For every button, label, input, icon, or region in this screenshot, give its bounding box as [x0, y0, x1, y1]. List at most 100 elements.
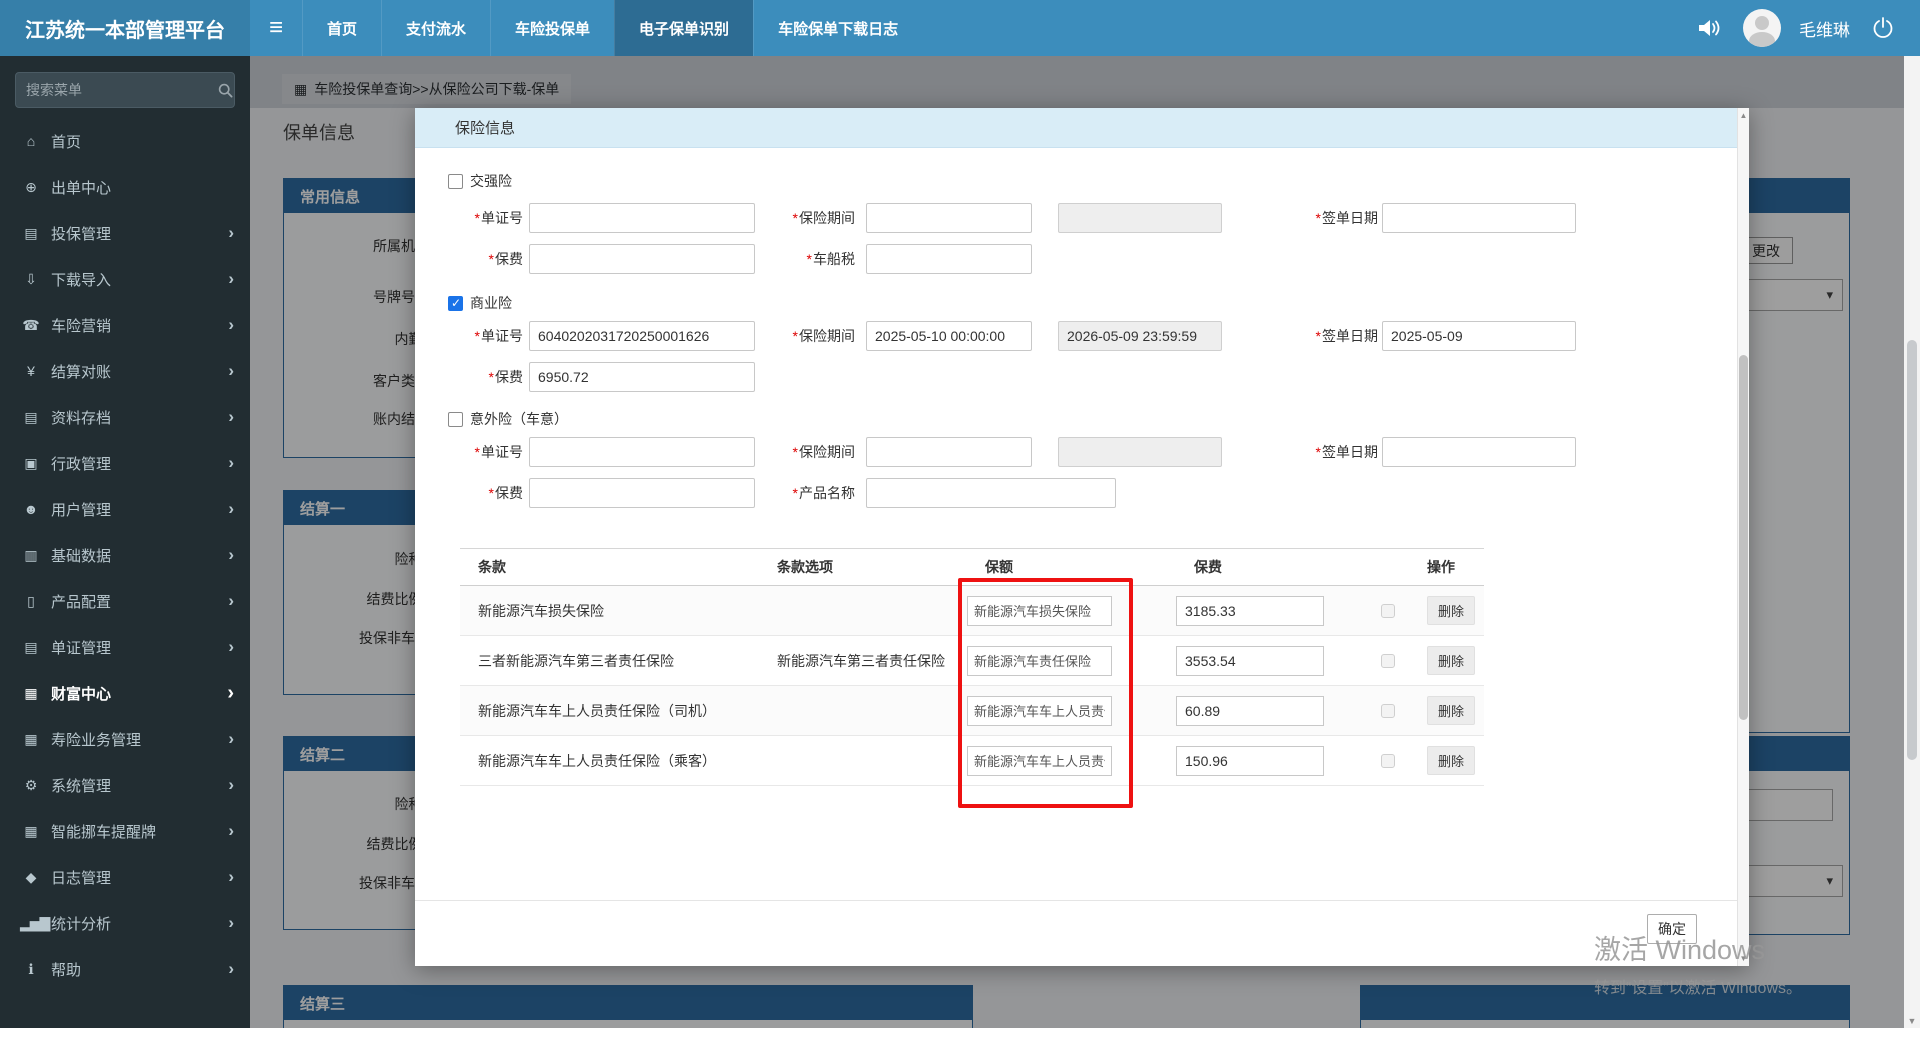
premium-input[interactable]: [1176, 645, 1324, 676]
sidebar-item-home[interactable]: ⌂ 首页: [0, 118, 250, 164]
scroll-down-icon[interactable]: ▼: [1738, 954, 1749, 963]
sign-date-label: 签单日期: [1222, 437, 1378, 467]
sidebar-item-system-mgmt[interactable]: ⚙ 系统管理 ›: [0, 762, 250, 808]
sidebar-item-wealth-center[interactable]: ▦ 财富中心 ›: [0, 670, 250, 716]
briefcase-icon: ▣: [24, 454, 38, 471]
modal-scrollbar[interactable]: ▲ ▼: [1737, 108, 1749, 966]
bottom-scroll-strip: [0, 1028, 1920, 1042]
sidebar-item-application-mgmt[interactable]: ▤ 投保管理 ›: [0, 210, 250, 256]
scroll-up-icon[interactable]: ▲: [1738, 111, 1749, 120]
confirm-button[interactable]: 确定: [1647, 914, 1697, 944]
delete-button[interactable]: 删除: [1427, 696, 1475, 725]
search-icon[interactable]: [217, 83, 234, 98]
scroll-down-icon[interactable]: ▼: [1904, 1016, 1920, 1026]
chevron-right-icon: ›: [228, 315, 234, 334]
sidebar-item-auto-marketing[interactable]: ☎ 车险营销 ›: [0, 302, 250, 348]
syx-sign-date-input[interactable]: [1382, 321, 1576, 351]
chevron-right-icon: ›: [228, 407, 234, 426]
user-avatar[interactable]: [1743, 9, 1781, 47]
sidebar-item-product-config[interactable]: ▯ 产品配置 ›: [0, 578, 250, 624]
chevron-right-icon: ›: [228, 545, 234, 564]
accident-insurance-section: 意外险（车意）: [448, 410, 568, 428]
sidebar-item-statistics[interactable]: ▂▅▇ 统计分析 ›: [0, 900, 250, 946]
premium-input[interactable]: [1176, 745, 1324, 776]
col-clause-option: 条款选项: [777, 559, 833, 575]
syx-period-end-input[interactable]: [1058, 321, 1222, 351]
table-row: 新能源汽车车上人员责任保险（司机） 删除: [460, 686, 1484, 736]
sidebar-item-smart-move-car-sign[interactable]: ▦ 智能挪车提醒牌 ›: [0, 808, 250, 854]
username[interactable]: 毛维琳: [1799, 16, 1850, 41]
commercial-insurance-section: 商业险: [448, 294, 512, 312]
tab-policy-download-log[interactable]: 车险保单下载日志: [753, 0, 922, 56]
sidebar-item-help[interactable]: ℹ 帮助 ›: [0, 946, 250, 992]
tag-icon: ◆: [25, 868, 37, 885]
sidebar-item-archive[interactable]: ▤ 资料存档 ›: [0, 394, 250, 440]
chevron-right-icon: ›: [227, 681, 234, 704]
commercial-insurance-checkbox[interactable]: [448, 295, 463, 311]
delete-button[interactable]: 删除: [1427, 746, 1475, 775]
info-icon: ℹ: [28, 960, 34, 977]
sidebar-item-log-mgmt[interactable]: ◆ 日志管理 ›: [0, 854, 250, 900]
tab-home[interactable]: 首页: [302, 0, 381, 56]
jqx-premium-input[interactable]: [529, 244, 755, 274]
syx-policy-no-input[interactable]: [529, 321, 755, 351]
tab-epolicy-recognition[interactable]: 电子保单识别: [614, 0, 754, 56]
tab-payment-flow[interactable]: 支付流水: [381, 0, 490, 56]
period-label: 保险期间: [755, 321, 855, 351]
sidebar-item-issue-center[interactable]: ⊕ 出单中心: [0, 164, 250, 210]
clause-name: 新能源汽车车上人员责任保险（乘客）: [478, 752, 716, 769]
sidebar-item-settlement[interactable]: ¥ 结算对账 ›: [0, 348, 250, 394]
accident-insurance-checkbox[interactable]: [448, 411, 463, 427]
amount-input[interactable]: [967, 595, 1112, 626]
delete-button[interactable]: 删除: [1427, 596, 1475, 625]
amount-input[interactable]: [967, 645, 1112, 676]
jqx-vehicle-tax-input[interactable]: [866, 244, 1032, 274]
chevron-right-icon: ›: [228, 775, 234, 794]
home-icon: ⌂: [26, 133, 36, 149]
col-amount: 保额: [985, 559, 1013, 575]
row-checkbox[interactable]: [1381, 603, 1395, 618]
sidebar-search-input[interactable]: [16, 82, 217, 98]
amount-input[interactable]: [967, 695, 1112, 726]
speaker-icon[interactable]: [1695, 13, 1725, 43]
row-checkbox[interactable]: [1381, 653, 1395, 668]
row-checkbox[interactable]: [1381, 753, 1395, 768]
ywx-policy-no-input[interactable]: [529, 437, 755, 467]
jqx-period-end-input[interactable]: [1058, 203, 1222, 233]
sidebar-item-admin-mgmt[interactable]: ▣ 行政管理 ›: [0, 440, 250, 486]
jqx-period-start-input[interactable]: [866, 203, 1032, 233]
ywx-premium-input[interactable]: [529, 478, 755, 508]
page-scrollbar-thumb[interactable]: [1907, 340, 1917, 760]
amount-input[interactable]: [967, 745, 1112, 776]
ywx-period-start-input[interactable]: [866, 437, 1032, 467]
compulsory-insurance-section: 交强险: [448, 172, 512, 190]
compulsory-insurance-checkbox[interactable]: [448, 173, 463, 189]
yen-icon: ¥: [27, 363, 35, 379]
hamburger-menu-icon[interactable]: ≡: [250, 0, 302, 56]
navbar-spacer: [922, 0, 1695, 56]
tab-auto-insurance-application[interactable]: 车险投保单: [490, 0, 614, 56]
sidebar-item-certificate-mgmt[interactable]: ▤ 单证管理 ›: [0, 624, 250, 670]
ywx-product-name-input[interactable]: [866, 478, 1116, 508]
sidebar-item-life-insurance-mgmt[interactable]: ▦ 寿险业务管理 ›: [0, 716, 250, 762]
sidebar-item-user-mgmt[interactable]: ☻ 用户管理 ›: [0, 486, 250, 532]
jqx-policy-no-input[interactable]: [529, 203, 755, 233]
navbar-right: 毛维琳: [1695, 0, 1920, 56]
power-logout-icon[interactable]: [1868, 13, 1898, 43]
premium-input[interactable]: [1176, 695, 1324, 726]
premium-input[interactable]: [1176, 595, 1324, 626]
jqx-sign-date-input[interactable]: [1382, 203, 1576, 233]
app-window: 江苏统一本部管理平台 ≡ 首页 支付流水 车险投保单 电子保单识别 车险保单下载…: [0, 0, 1920, 1042]
page-scrollbar[interactable]: ▼: [1904, 56, 1920, 1028]
modal-scrollbar-thumb[interactable]: [1739, 355, 1748, 720]
chevron-right-icon: ›: [228, 591, 234, 610]
syx-premium-input[interactable]: [529, 362, 755, 392]
row-checkbox[interactable]: [1381, 703, 1395, 718]
delete-button[interactable]: 删除: [1427, 646, 1475, 675]
premium-label: 保费: [448, 478, 523, 508]
ywx-period-end-input[interactable]: [1058, 437, 1222, 467]
ywx-sign-date-input[interactable]: [1382, 437, 1576, 467]
syx-period-start-input[interactable]: [866, 321, 1032, 351]
sidebar-item-download-import[interactable]: ⇩ 下载导入 ›: [0, 256, 250, 302]
sidebar-item-base-data[interactable]: ▥ 基础数据 ›: [0, 532, 250, 578]
